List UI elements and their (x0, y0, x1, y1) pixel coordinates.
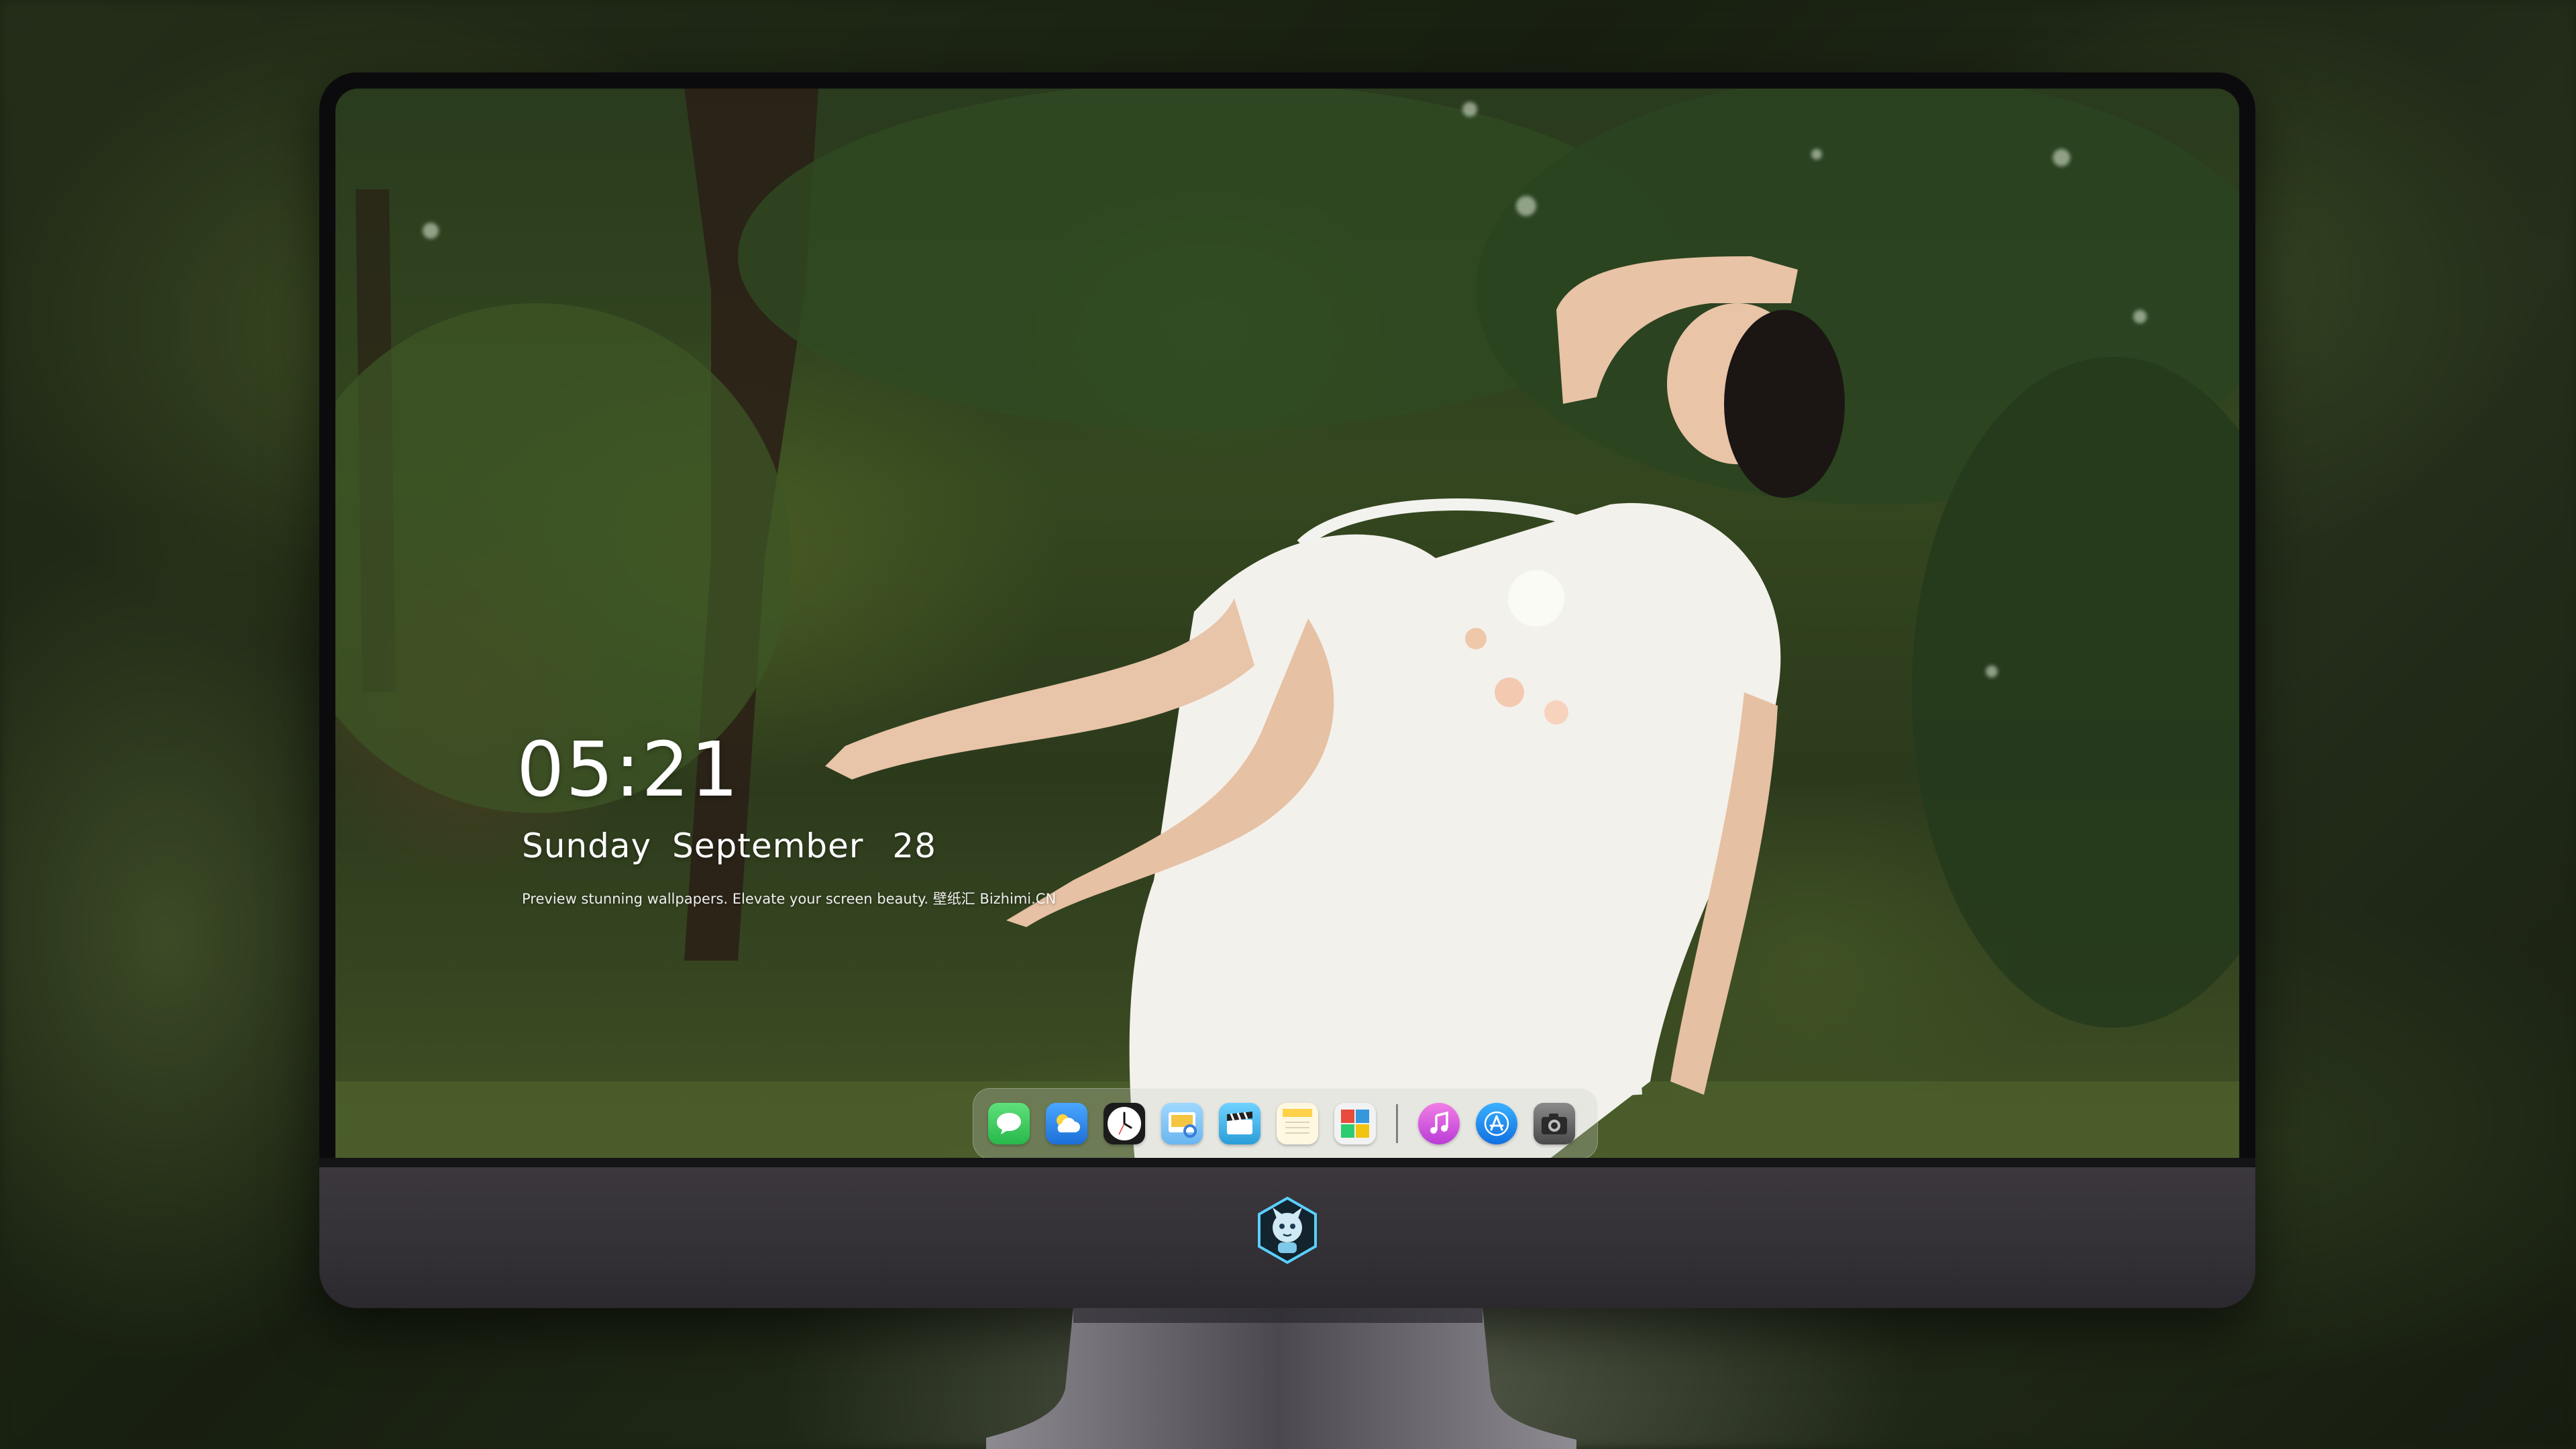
clips-icon[interactable] (1219, 1103, 1260, 1144)
monitor: 05:21 Sunday September 28 Preview stunni… (319, 72, 2255, 1308)
preview-icon[interactable] (1161, 1103, 1203, 1144)
messages-icon[interactable] (988, 1103, 1030, 1144)
camera-icon[interactable] (1534, 1103, 1575, 1144)
dock-separator (1396, 1104, 1398, 1143)
mascot-logo-icon (1252, 1195, 1322, 1265)
lock-screen-date: Sunday September 28 (522, 826, 936, 865)
app-store-icon[interactable] (1476, 1103, 1517, 1144)
notes-icon[interactable] (1277, 1103, 1318, 1144)
lock-screen-time: 05:21 (517, 727, 740, 814)
monitor-stand (979, 1308, 1590, 1449)
itunes-icon[interactable] (1418, 1103, 1460, 1144)
lock-screen-tagline: Preview stunning wallpapers. Elevate you… (522, 891, 1057, 907)
photo-booth-icon[interactable] (1334, 1103, 1376, 1144)
dock (973, 1088, 1598, 1159)
date-month: September (672, 826, 864, 865)
date-weekday: Sunday (522, 826, 652, 865)
weather-icon[interactable] (1046, 1103, 1087, 1144)
monitor-chin (319, 1158, 2255, 1308)
wallpaper-illustration (335, 89, 2239, 1226)
clock-icon[interactable] (1104, 1103, 1145, 1144)
wallpaper-photo (335, 89, 2239, 1226)
date-day: 28 (892, 826, 936, 865)
desktop-screen: 05:21 Sunday September 28 Preview stunni… (335, 89, 2239, 1226)
